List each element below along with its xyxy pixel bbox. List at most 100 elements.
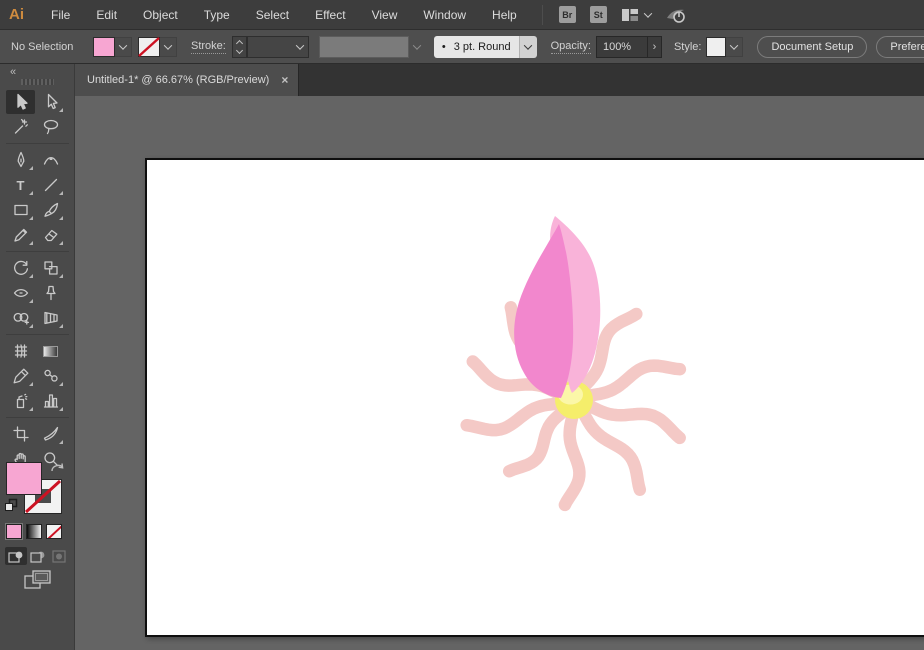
mesh-tool[interactable] [6,339,35,363]
draw-normal-button[interactable] [5,547,27,565]
lasso-tool[interactable] [36,115,65,139]
opacity-expand-button[interactable]: › [648,36,662,58]
line-segment-tool[interactable] [36,173,65,197]
pen-tool[interactable] [6,148,35,172]
menu-select[interactable]: Select [247,8,298,22]
eraser-tool[interactable] [36,223,65,247]
perspective-grid-tool[interactable] [36,306,65,330]
arrange-documents-control[interactable] [621,8,651,22]
fill-color-swatch[interactable] [93,37,115,57]
gradient-tool[interactable] [36,339,65,363]
canvas-area[interactable] [75,96,924,650]
menu-file[interactable]: File [42,8,79,22]
stroke-weight-stepper[interactable] [232,36,247,58]
drawing-modes-row [5,547,71,565]
puppet-warp-tool-icon [42,284,60,302]
opacity-label[interactable]: Opacity: [551,40,591,54]
gradient-button[interactable] [26,524,42,539]
draw-behind-button[interactable] [27,547,49,565]
preferences-button[interactable]: Preferences [876,36,924,58]
flower-arm[interactable] [565,410,580,505]
menu-help[interactable]: Help [483,8,526,22]
opacity-input[interactable]: 100% [596,36,648,58]
stepper-up-icon [236,39,243,46]
panel-grip[interactable] [21,79,54,85]
variable-width-profile-dropdown [319,36,409,58]
menubar-divider [542,5,543,25]
chevron-down-icon [164,41,172,49]
color-button[interactable] [6,524,22,539]
stroke-color-swatch[interactable] [138,37,160,57]
rotate-tool-icon [12,259,30,277]
paintbrush-tool-icon [42,201,60,219]
document-tab-title: Untitled-1* @ 66.67% (RGB/Preview) [87,74,269,86]
brush-definition-field[interactable]: • 3 pt. Round [434,36,519,58]
chevron-down-icon [643,9,651,17]
magic-wand-tool[interactable] [6,115,35,139]
menu-view[interactable]: View [363,8,407,22]
style-dropdown[interactable] [726,37,743,57]
shape-builder-tool[interactable] [6,306,35,330]
fill-color-dropdown[interactable] [115,37,132,57]
stroke-label[interactable]: Stroke: [191,40,226,54]
stroke-color-dropdown[interactable] [160,37,177,57]
none-diagonal-icon [47,525,62,539]
shaper-tool[interactable] [6,223,35,247]
menu-edit[interactable]: Edit [87,8,126,22]
eyedropper-tool[interactable] [6,364,35,388]
type-tool[interactable]: T [6,173,35,197]
scale-tool[interactable] [36,256,65,280]
document-tab[interactable]: Untitled-1* @ 66.67% (RGB/Preview) × [75,64,299,96]
fill-stroke-cluster [0,458,75,618]
menubar-right: Br St [542,5,687,25]
menu-items: File Edit Object Type Select Effect View Window… [38,8,530,22]
width-tool[interactable] [6,281,35,305]
tools-panel: « T [0,64,75,650]
menu-type[interactable]: Type [195,8,239,22]
line-segment-tool-icon [42,176,60,194]
fill-swatch-large[interactable] [6,462,42,495]
curvature-tool[interactable] [36,148,65,172]
screen-mode-button[interactable] [24,570,51,595]
style-swatch[interactable] [706,37,726,57]
brush-dot-icon: • [442,41,446,53]
selection-tool-icon [12,93,30,111]
petal-front[interactable] [514,224,573,398]
shaper-tool-icon [12,226,30,244]
selection-tool[interactable] [6,90,35,114]
selection-status: No Selection [11,41,81,53]
rectangle-tool[interactable] [6,198,35,222]
stock-button[interactable]: St [590,6,607,23]
rectangle-tool-icon [12,201,30,219]
menu-object[interactable]: Object [134,8,187,22]
menu-window[interactable]: Window [414,8,475,22]
column-graph-tool[interactable] [36,389,65,413]
slice-tool[interactable] [36,422,65,446]
symbol-sprayer-tool[interactable] [6,389,35,413]
menu-effect[interactable]: Effect [306,8,354,22]
default-fill-stroke-button[interactable] [4,498,18,517]
swap-arrows-icon [50,461,65,474]
chevron-down-icon [413,41,421,49]
bridge-button[interactable]: Br [559,6,576,23]
document-setup-button[interactable]: Document Setup [757,36,867,58]
power-sync-icon[interactable] [665,6,687,24]
swap-fill-stroke-button[interactable] [50,461,65,479]
draw-inside-button [49,547,71,565]
brush-definition-dropdown[interactable] [519,36,537,58]
panel-collapse-button[interactable]: « [10,66,15,78]
tab-close-icon[interactable]: × [281,73,288,87]
direct-selection-tool[interactable] [36,90,65,114]
paintbrush-tool[interactable] [36,198,65,222]
style-label: Style: [674,41,702,53]
flower-artwork[interactable] [147,160,924,635]
artboard-tool[interactable] [6,422,35,446]
blend-tool[interactable] [36,364,65,388]
stroke-weight-dropdown[interactable] [247,36,309,58]
none-button[interactable] [46,524,62,539]
tools-grid: T [6,90,69,472]
artboard[interactable] [145,158,924,637]
rotate-tool[interactable] [6,256,35,280]
tool-divider [6,334,69,335]
puppet-warp-tool[interactable] [36,281,65,305]
